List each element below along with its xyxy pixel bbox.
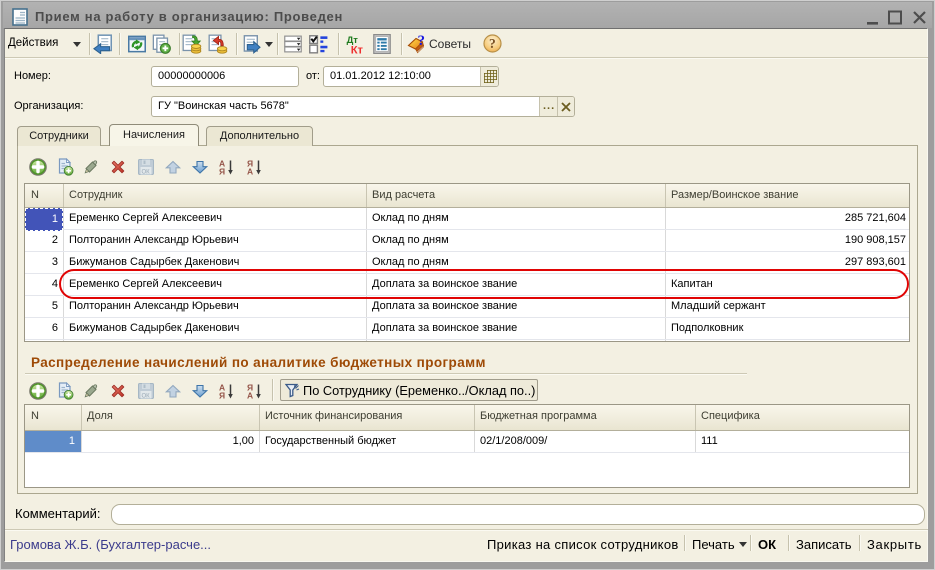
svg-text:Кт: Кт	[351, 44, 364, 54]
svg-text:?: ?	[489, 36, 496, 51]
svg-text:Дт: Дт	[347, 34, 359, 45]
svg-text:?: ?	[418, 33, 426, 49]
